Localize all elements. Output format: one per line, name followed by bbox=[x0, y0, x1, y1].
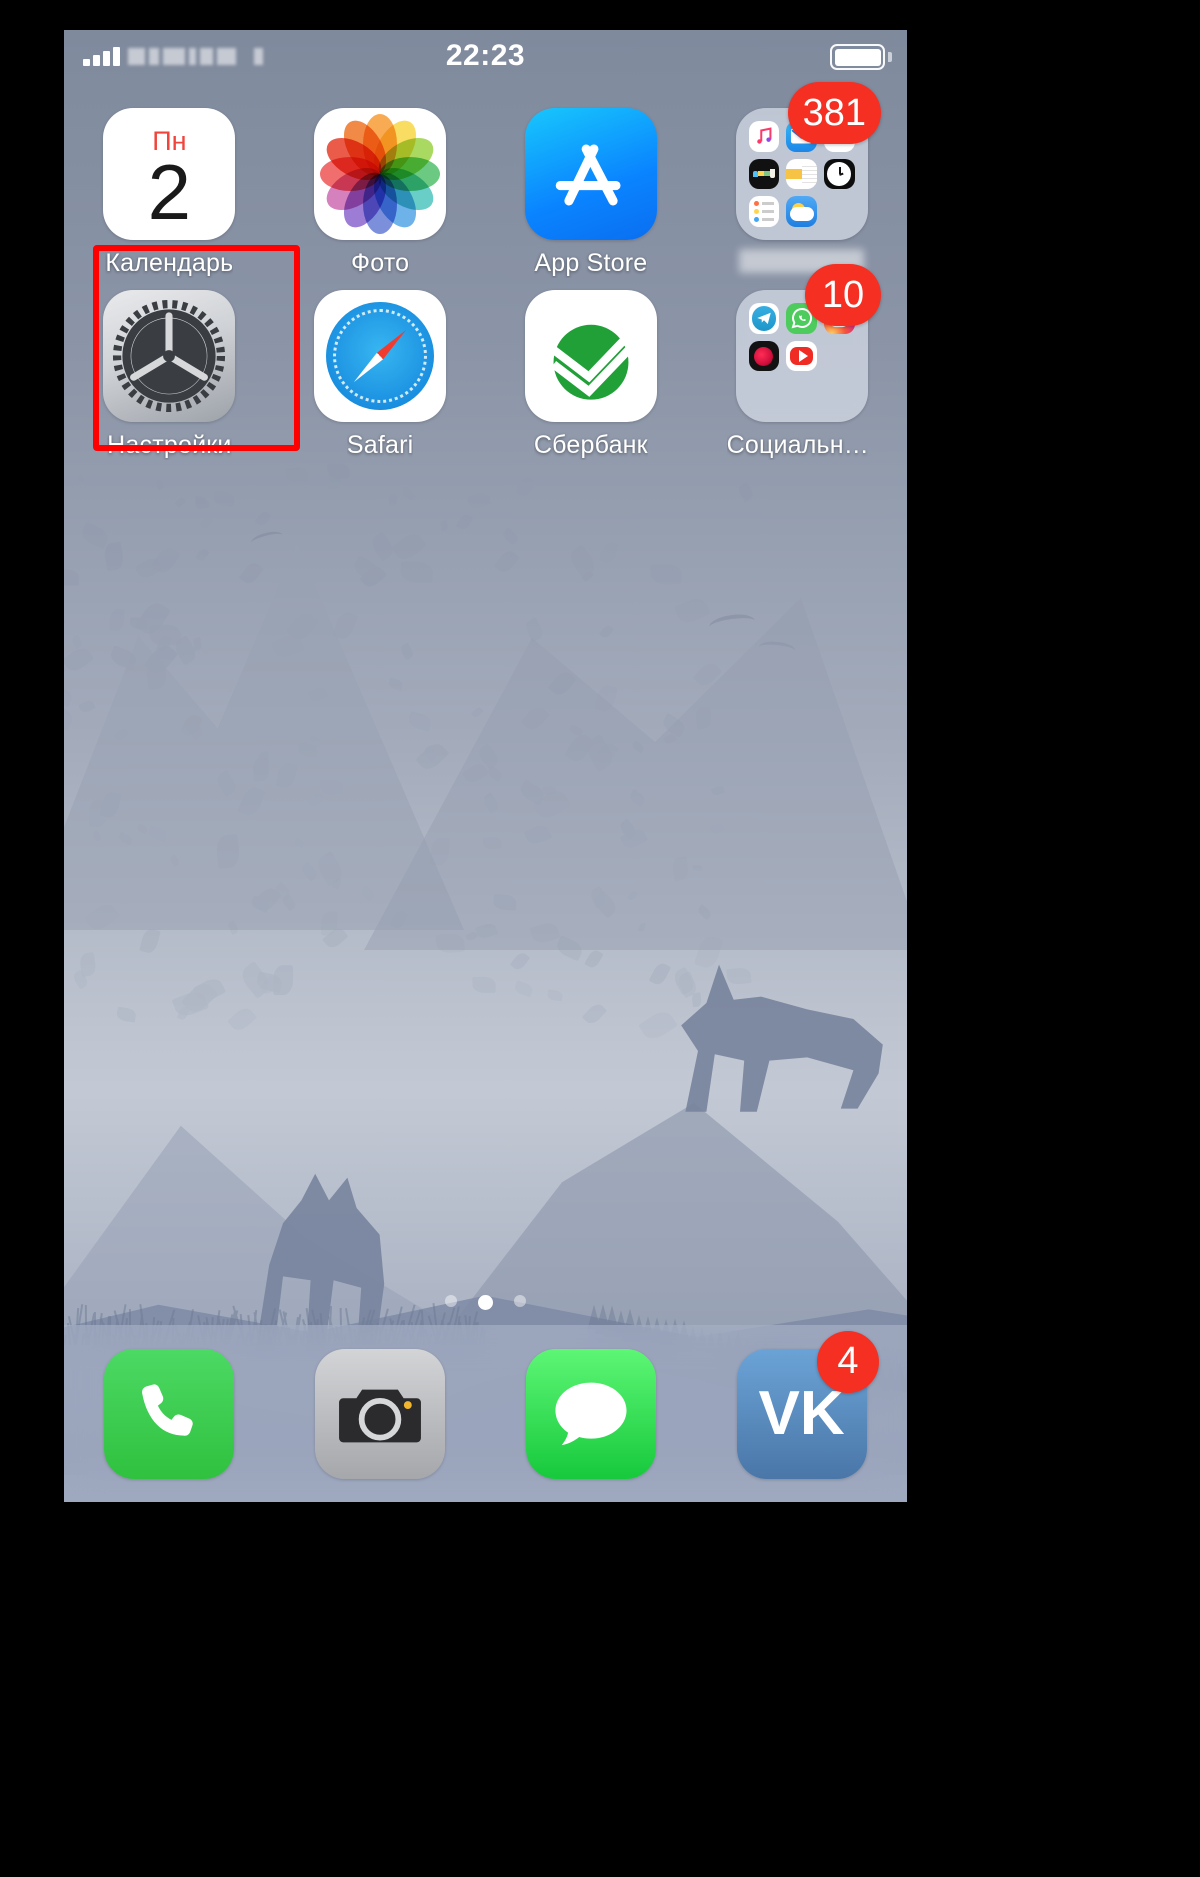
iphone-home-screen: 22:23 Пн 2 Календарь Фото App Store 381 … bbox=[64, 30, 907, 1502]
app-app-store[interactable]: App Store bbox=[486, 96, 697, 278]
camera-icon[interactable] bbox=[315, 1349, 445, 1479]
app-row-2: Настройки Safari Сбербанк 10 Социальны..… bbox=[64, 278, 907, 460]
app-row-1: Пн 2 Календарь Фото App Store 381 bbox=[64, 96, 907, 278]
app-safari[interactable]: Safari bbox=[275, 278, 486, 460]
status-bar-clock: 22:23 bbox=[64, 39, 907, 73]
app-calendar[interactable]: Пн 2 Календарь bbox=[64, 96, 275, 278]
safari-icon[interactable] bbox=[314, 290, 446, 422]
page-dot-1[interactable] bbox=[445, 1295, 457, 1307]
dock: 4 VK bbox=[64, 1325, 907, 1502]
page-dots[interactable] bbox=[64, 1295, 907, 1310]
tiktok-icon bbox=[749, 341, 780, 372]
app-settings[interactable]: Настройки bbox=[64, 278, 275, 460]
dock-app-messages[interactable] bbox=[486, 1349, 697, 1479]
app-photos[interactable]: Фото bbox=[275, 96, 486, 278]
sberbank-icon[interactable] bbox=[525, 290, 657, 422]
page-dot-2-active[interactable] bbox=[478, 1295, 493, 1310]
app-grid: Пн 2 Календарь Фото App Store 381 Настро… bbox=[64, 96, 907, 460]
reminders-icon bbox=[749, 196, 780, 227]
weather-icon bbox=[786, 196, 817, 227]
folder-utilities[interactable]: 381 bbox=[696, 96, 907, 278]
battery-cap-icon bbox=[888, 52, 892, 62]
app-label-safari: Safari bbox=[347, 431, 414, 460]
dock-app-phone[interactable] bbox=[64, 1349, 275, 1479]
app-label-calendar: Календарь bbox=[105, 249, 233, 278]
photos-icon[interactable] bbox=[314, 108, 446, 240]
app-store-icon[interactable] bbox=[525, 108, 657, 240]
app-label-photos: Фото bbox=[351, 249, 409, 278]
music-icon bbox=[749, 121, 780, 152]
clock-icon bbox=[824, 159, 855, 190]
youtube-icon bbox=[786, 341, 817, 372]
messages-icon[interactable] bbox=[526, 1349, 656, 1479]
settings-icon[interactable] bbox=[103, 290, 235, 422]
phone-icon[interactable] bbox=[104, 1349, 234, 1479]
wallet-icon bbox=[749, 159, 780, 190]
status-bar: 22:23 bbox=[64, 30, 907, 82]
app-label-app-store: App Store bbox=[534, 249, 647, 278]
badge-utilities-folder: 381 bbox=[788, 82, 881, 144]
app-label-sberbank: Сбербанк bbox=[534, 431, 648, 460]
app-label-social-folder: Социальны... bbox=[727, 431, 877, 460]
notes-icon bbox=[786, 159, 817, 190]
battery-full-icon bbox=[830, 44, 885, 70]
app-label-settings: Настройки bbox=[107, 431, 231, 460]
folder-social[interactable]: 10 Социальны... bbox=[696, 278, 907, 460]
telegram-icon bbox=[749, 303, 780, 334]
calendar-day: 2 bbox=[148, 155, 191, 229]
app-sberbank[interactable]: Сбербанк bbox=[486, 278, 697, 460]
page-dot-3[interactable] bbox=[514, 1295, 526, 1307]
badge-social-folder: 10 bbox=[805, 264, 881, 326]
badge-vk: 4 bbox=[817, 1331, 879, 1393]
dock-app-vk[interactable]: 4 VK bbox=[696, 1349, 907, 1479]
dock-app-camera[interactable] bbox=[275, 1349, 486, 1479]
calendar-icon[interactable]: Пн 2 bbox=[103, 108, 235, 240]
